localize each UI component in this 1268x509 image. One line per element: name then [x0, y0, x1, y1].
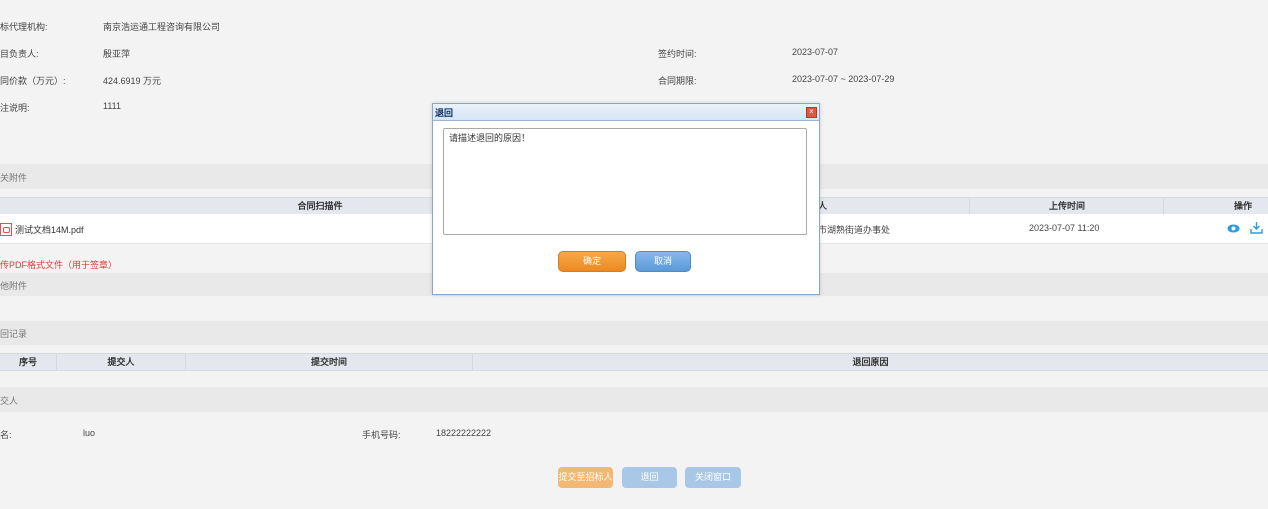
- pdf-upload-note: 传PDF格式文件（用于签章）: [0, 260, 118, 270]
- return-dialog: 退回 × 请描述退回的原因！ 确定 取消: [432, 103, 820, 295]
- pdf-file-icon: [0, 223, 12, 236]
- col-submitter: 提交人: [57, 354, 186, 370]
- submitter-band: [0, 387, 1268, 412]
- return-button[interactable]: 退回: [622, 467, 677, 488]
- agency-value: 南京浩运通工程咨询有限公司: [103, 22, 221, 32]
- period-value: 2023-07-07 ~ 2023-07-29: [792, 74, 895, 84]
- return-records-band: [0, 321, 1268, 345]
- amount-value: 424.6919 万元: [103, 76, 162, 86]
- dialog-title: 退回: [435, 108, 454, 118]
- amount-label: 同价款（万元）:: [0, 76, 66, 86]
- col-action: 操作: [1233, 201, 1252, 211]
- period-label: 合同期限:: [658, 76, 697, 86]
- return-records-header: 序号 提交人 提交时间 退回原因: [0, 353, 1268, 371]
- col-return-reason: 退回原因: [852, 357, 889, 367]
- sign-label: 签约时间:: [658, 49, 697, 59]
- return-reason-textarea[interactable]: 请描述退回的原因！: [443, 128, 807, 235]
- col-submit-time: 提交时间: [186, 354, 473, 370]
- close-icon[interactable]: ×: [806, 107, 817, 118]
- cancel-button[interactable]: 取消: [635, 251, 691, 272]
- submitter-phone-label: 手机号码:: [362, 430, 401, 440]
- attachment-file-link[interactable]: 测试文档14M.pdf: [15, 223, 84, 236]
- submitter-title: 交人: [0, 396, 19, 406]
- preview-eye-icon[interactable]: [1227, 224, 1240, 233]
- note-label: 注说明:: [0, 103, 30, 113]
- manager-label: 目负责人:: [0, 49, 39, 59]
- submit-to-tenderer-button[interactable]: 提交至招标人: [558, 467, 613, 488]
- agency-label: 标代理机构:: [0, 22, 48, 32]
- attachments-section-title: 关附件: [0, 173, 28, 183]
- submitter-phone-value: 18222222222: [436, 428, 492, 438]
- dialog-title-bar[interactable]: 退回 ×: [433, 104, 819, 121]
- sign-value: 2023-07-07: [792, 47, 839, 57]
- attachment-uploader: 市湖熟街道办事处: [818, 225, 891, 235]
- other-attachments-title: 他附件: [0, 281, 28, 291]
- download-icon[interactable]: [1250, 221, 1263, 234]
- confirm-button[interactable]: 确定: [558, 251, 626, 272]
- close-window-button[interactable]: 关闭窗口: [685, 467, 741, 488]
- attachment-upload-time: 2023-07-07 11:20: [1029, 223, 1100, 233]
- return-records-title: 回记录: [0, 329, 28, 339]
- note-value: 1111: [103, 101, 122, 111]
- submitter-name-label: 名:: [0, 430, 12, 440]
- col-no: 序号: [0, 354, 57, 370]
- submitter-name-value: luo: [83, 428, 96, 438]
- col-upload-time: 上传时间: [971, 198, 1164, 214]
- manager-value: 殷亚萍: [103, 49, 131, 59]
- top-row-band: [0, 0, 1268, 9]
